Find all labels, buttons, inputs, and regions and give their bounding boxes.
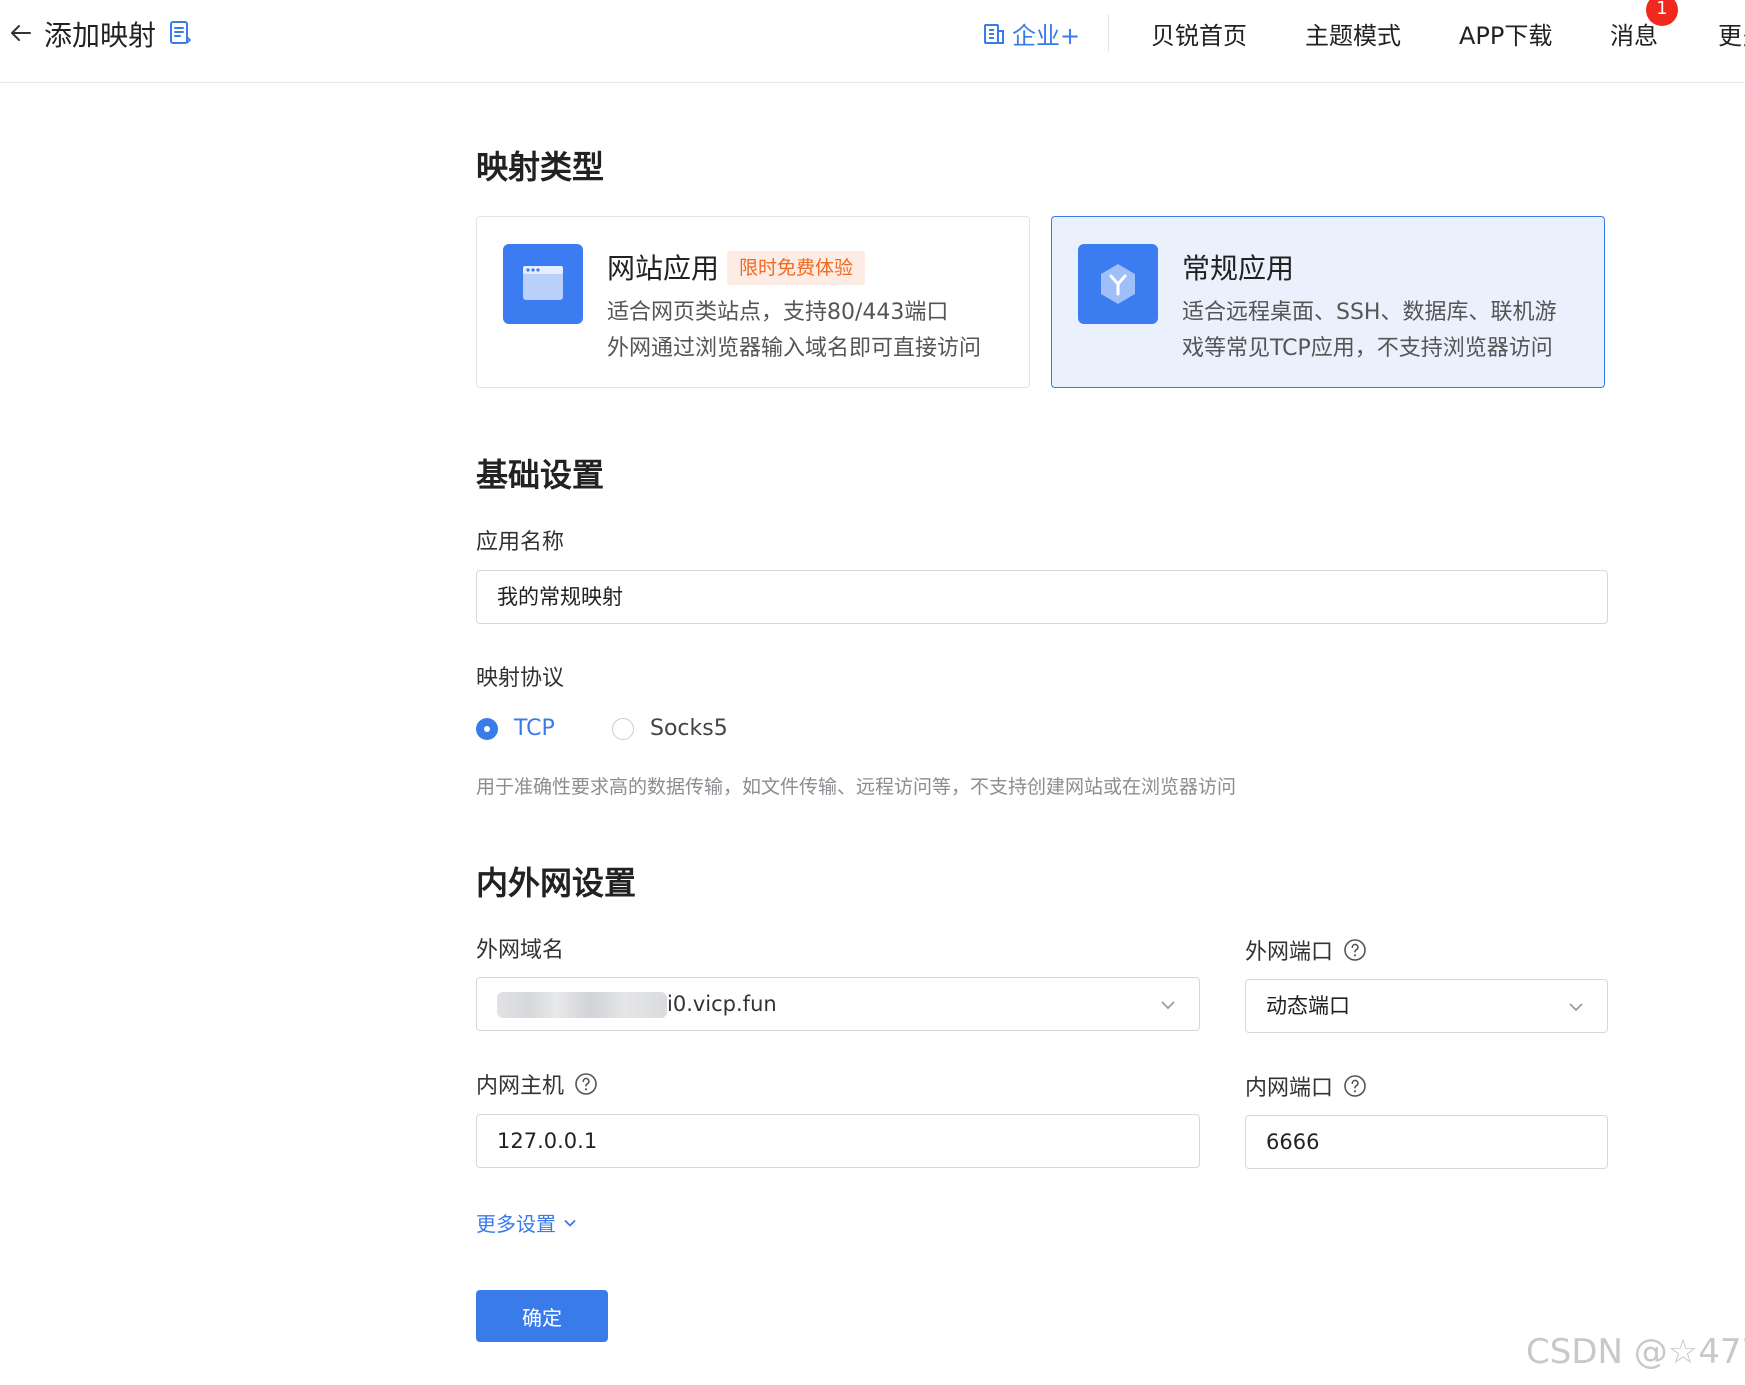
radio-socks5-indicator: [612, 717, 634, 740]
radio-tcp[interactable]: TCP: [476, 716, 555, 741]
cube-icon: [1078, 244, 1158, 324]
card-general-app[interactable]: 常规应用 适合远程桌面、SSH、数据库、联机游 戏等常见TCP应用，不支持浏览器…: [1051, 216, 1605, 388]
more-settings-label: 更多设置: [476, 1212, 556, 1236]
more-settings-toggle[interactable]: 更多设置: [476, 1208, 578, 1237]
internal-port-label-group: 内网端口: [1245, 1070, 1367, 1102]
nav-enterprise[interactable]: 企业+: [982, 16, 1080, 51]
chevron-down-icon: [1569, 1003, 1583, 1012]
section-title-mapping-type: 映射类型: [476, 148, 605, 186]
card-website-name: 网站应用: [607, 252, 720, 285]
internal-host-input[interactable]: 127.0.0.1: [476, 1114, 1200, 1168]
help-icon[interactable]: [1343, 938, 1367, 962]
top-bar: 添加映射 企业+ 贝锐首页 主题模式 APP下载 消息 1 更多: [0, 0, 1745, 83]
domain-value: i0.vicp.fun: [667, 992, 777, 1016]
free-trial-badge: 限时免费体验: [727, 251, 866, 285]
domain-select[interactable]: i0.vicp.fun: [476, 977, 1200, 1031]
radio-socks5[interactable]: Socks5: [612, 716, 728, 741]
section-title-network-settings: 内外网设置: [476, 864, 637, 902]
message-count-badge: 1: [1646, 0, 1678, 26]
blurred-domain-prefix: [497, 992, 667, 1018]
card-general-name: 常规应用: [1182, 252, 1295, 285]
document-icon[interactable]: [168, 20, 192, 46]
domain-label: 外网域名: [476, 938, 565, 963]
internal-port-label: 内网端口: [1245, 1076, 1334, 1101]
radio-socks5-label: Socks5: [650, 716, 728, 741]
radio-tcp-indicator: [476, 717, 498, 740]
app-name-input[interactable]: 我的常规映射: [476, 570, 1608, 624]
radio-tcp-label: TCP: [514, 716, 555, 741]
chevron-down-icon: [564, 1219, 576, 1227]
internal-host-label: 内网主机: [476, 1074, 565, 1099]
enterprise-icon: [984, 23, 1004, 44]
external-port-value: 动态端口: [1266, 994, 1350, 1018]
card-general-desc-line1: 适合远程桌面、SSH、数据库、联机游: [1182, 300, 1557, 325]
internal-port-input[interactable]: 6666: [1245, 1115, 1608, 1169]
watermark: CSDN @☆477: [1526, 1332, 1745, 1372]
nav-theme-mode[interactable]: 主题模式: [1305, 16, 1401, 51]
protocol-hint: 用于准确性要求高的数据传输，如文件传输、远程访问等，不支持创建网站或在浏览器访问: [476, 776, 1237, 798]
back-arrow-icon[interactable]: [8, 20, 34, 46]
nav-more[interactable]: 更多: [1718, 16, 1745, 51]
card-website-description: 适合网页类站点，支持80/443端口 外网通过浏览器输入域名即可直接访问: [607, 295, 981, 367]
card-website-desc-line2: 外网通过浏览器输入域名即可直接访问: [607, 336, 982, 361]
nav-enterprise-label: 企业+: [1012, 22, 1081, 50]
chevron-down-icon: [1161, 1001, 1175, 1010]
confirm-button[interactable]: 确定: [476, 1290, 608, 1342]
nav-home[interactable]: 贝锐首页: [1151, 16, 1247, 51]
browser-window-icon: [503, 244, 583, 324]
protocol-label: 映射协议: [476, 666, 565, 691]
internal-host-label-group: 内网主机: [476, 1068, 598, 1100]
page-title: 添加映射: [44, 19, 157, 52]
card-website-app[interactable]: 网站应用 限时免费体验 适合网页类站点，支持80/443端口 外网通过浏览器输入…: [476, 216, 1030, 388]
section-title-basic-settings: 基础设置: [476, 456, 605, 494]
nav-divider: [1108, 14, 1109, 52]
external-port-label-group: 外网端口: [1245, 934, 1367, 966]
card-general-description: 适合远程桌面、SSH、数据库、联机游 戏等常见TCP应用，不支持浏览器访问: [1182, 295, 1556, 367]
external-port-select[interactable]: 动态端口: [1245, 979, 1608, 1033]
help-icon[interactable]: [574, 1072, 598, 1096]
nav-app-download[interactable]: APP下载: [1459, 16, 1552, 51]
card-general-desc-line2: 戏等常见TCP应用，不支持浏览器访问: [1182, 336, 1553, 361]
help-icon[interactable]: [1343, 1074, 1367, 1098]
card-website-desc-line1: 适合网页类站点，支持80/443端口: [607, 300, 949, 325]
app-name-label: 应用名称: [476, 530, 565, 555]
external-port-label: 外网端口: [1245, 940, 1334, 965]
